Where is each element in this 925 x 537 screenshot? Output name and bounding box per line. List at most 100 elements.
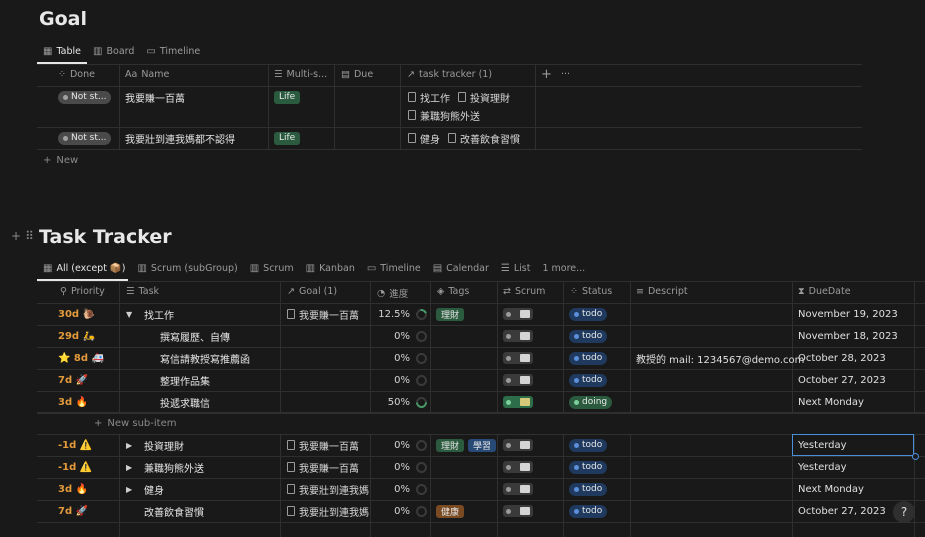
task-name[interactable]: 找工作	[144, 307, 174, 322]
tab-board[interactable]: ▥ Board	[87, 39, 140, 63]
tab-all[interactable]: ▦ All (except 📦)	[37, 256, 131, 280]
scrum-toggle[interactable]	[503, 329, 533, 343]
scrum-toggle[interactable]	[503, 482, 533, 496]
header-multi-select[interactable]: ☰ Multi-s...	[274, 69, 327, 80]
goal-row-name[interactable]: 我要賺一百萬	[125, 90, 185, 105]
header-task[interactable]: ☰ Task	[126, 286, 159, 297]
priority-cell[interactable]: -1d ⚠️	[58, 438, 92, 452]
duedate-cell[interactable]: Next Monday	[798, 395, 864, 409]
duedate-cell[interactable]: October 27, 2023	[798, 504, 886, 518]
task-name[interactable]: 健身	[144, 482, 164, 497]
duedate-cell[interactable]: October 27, 2023	[798, 373, 886, 387]
duedate-cell[interactable]: Next Monday	[798, 482, 864, 496]
priority-cell[interactable]: 7d 🚀	[58, 373, 88, 387]
goal-row-name[interactable]: 我要壯到連我媽都不認得	[125, 131, 235, 146]
header-due[interactable]: ▤ Due	[341, 69, 373, 80]
add-column-button[interactable]: +	[541, 67, 552, 82]
task-name[interactable]: 整理作品集	[160, 373, 210, 388]
goal-row-status[interactable]: Not st...	[58, 90, 112, 104]
scrum-toggle[interactable]	[503, 438, 533, 452]
goal-row-tracker[interactable]: 找工作 投資理財	[408, 90, 518, 104]
task-name[interactable]: 投資理財	[144, 438, 184, 453]
header-task-tracker[interactable]: ↗ task tracker (1)	[407, 69, 492, 80]
scrum-toggle[interactable]	[503, 373, 533, 387]
priority-cell[interactable]: 3d 🔥	[58, 482, 88, 496]
tab-timeline[interactable]: ▭ Timeline	[140, 39, 206, 63]
goal-row-tracker[interactable]: 健身 改善飲食習慣	[408, 131, 528, 145]
help-button[interactable]: ?	[893, 501, 915, 523]
status-badge[interactable]: todo	[569, 482, 608, 496]
goal-row-tracker[interactable]: 兼職狗熊外送	[408, 108, 488, 122]
priority-cell[interactable]: -1d ⚠️	[58, 460, 92, 474]
goal-relation[interactable]: 我要賺一百萬	[287, 460, 369, 474]
goal-relation[interactable]: 我要賺一百萬	[287, 307, 369, 321]
scrum-toggle[interactable]	[503, 504, 533, 518]
duedate-cell[interactable]: Yesterday	[798, 460, 847, 474]
status-badge[interactable]: todo	[569, 329, 608, 343]
header-tags[interactable]: ◈ Tags	[437, 286, 469, 297]
status-badge[interactable]: todo	[569, 307, 608, 321]
task-name[interactable]: 改善飲食習慣	[144, 504, 204, 519]
tab-list[interactable]: ☰ List	[495, 256, 537, 280]
scrum-toggle[interactable]	[503, 307, 533, 321]
priority-cell[interactable]: ⭐ 8d 🚑	[58, 351, 104, 365]
scrum-toggle[interactable]	[503, 351, 533, 365]
header-done[interactable]: ⁘ Done	[58, 69, 95, 80]
task-name[interactable]: 投遞求職信	[160, 395, 210, 410]
tab-more[interactable]: 1 more...	[536, 256, 591, 280]
expand-arrow-icon[interactable]: ▶	[126, 438, 132, 452]
priority-cell[interactable]: 3d 🔥	[58, 395, 88, 409]
header-progress[interactable]: ◔ 進度	[377, 286, 408, 301]
descript-cell[interactable]: 教授的 mail: 1234567@demo.com	[636, 351, 804, 366]
scrum-toggle[interactable]	[503, 395, 533, 409]
goal-relation[interactable]: 我要壯到連我媽都不	[287, 504, 369, 518]
goal-row-tag[interactable]: Life	[274, 131, 304, 145]
duedate-cell[interactable]: November 18, 2023	[798, 329, 898, 343]
duedate-cell[interactable]: November 19, 2023	[798, 307, 898, 321]
status-badge[interactable]: todo	[569, 438, 608, 452]
board-icon: ▥	[93, 45, 103, 57]
header-status[interactable]: ⁘ Status	[570, 286, 612, 297]
tags-cell[interactable]: 理財 學習	[436, 438, 500, 452]
progress-ring-icon	[413, 307, 427, 321]
add-block-handle[interactable]: + ⠿	[11, 230, 34, 242]
task-name[interactable]: 撰寫履歷、自傳	[160, 329, 230, 344]
duedate-cell[interactable]: October 28, 2023	[798, 351, 886, 365]
header-descript[interactable]: ≡ Descript	[636, 286, 688, 297]
tab-scrum-subgroup[interactable]: ▥ Scrum (subGroup)	[131, 256, 243, 280]
status-badge[interactable]: todo	[569, 504, 608, 518]
goal-relation[interactable]: 我要壯到連我媽都不	[287, 482, 369, 496]
tags-cell[interactable]: 健康	[436, 504, 468, 518]
new-row-button[interactable]: + New	[43, 154, 78, 167]
header-priority[interactable]: ⚲ Priority	[60, 286, 105, 297]
new-sub-item-button[interactable]: + New sub-item	[94, 417, 176, 430]
header-goal[interactable]: ↗ Goal (1)	[287, 286, 337, 297]
scrum-toggle[interactable]	[503, 460, 533, 474]
priority-cell[interactable]: 30d 🐌	[58, 307, 95, 321]
status-badge[interactable]: doing	[569, 395, 613, 409]
priority-cell[interactable]: 29d 🛵	[58, 329, 95, 343]
goal-relation[interactable]: 我要賺一百萬	[287, 438, 369, 452]
resize-handle[interactable]	[912, 453, 919, 460]
header-scrum[interactable]: ⇄ Scrum	[503, 286, 545, 297]
tab-timeline[interactable]: ▭ Timeline	[361, 256, 427, 280]
status-badge[interactable]: todo	[569, 351, 608, 365]
tab-kanban[interactable]: ▥ Kanban	[300, 256, 361, 280]
goal-row-tag[interactable]: Life	[274, 90, 304, 104]
task-name[interactable]: 寫信請教授寫推薦函	[160, 351, 250, 366]
expand-arrow-icon[interactable]: ▶	[126, 460, 132, 474]
tab-table[interactable]: ▦ Table	[37, 39, 87, 63]
status-badge[interactable]: todo	[569, 373, 608, 387]
task-name[interactable]: 兼職狗熊外送	[144, 460, 204, 475]
collapse-arrow-icon[interactable]: ▼	[126, 307, 132, 321]
tags-cell[interactable]: 理財	[436, 307, 468, 321]
priority-cell[interactable]: 7d 🚀	[58, 504, 88, 518]
more-options-button[interactable]: ···	[561, 69, 570, 80]
status-badge[interactable]: todo	[569, 460, 608, 474]
goal-row-status[interactable]: Not st...	[58, 131, 112, 145]
header-name[interactable]: Aa Name	[125, 69, 169, 80]
tab-calendar[interactable]: ▤ Calendar	[427, 256, 495, 280]
expand-arrow-icon[interactable]: ▶	[126, 482, 132, 496]
header-duedate[interactable]: ⧗ DueDate	[798, 286, 851, 297]
tab-scrum[interactable]: ▥ Scrum	[244, 256, 300, 280]
